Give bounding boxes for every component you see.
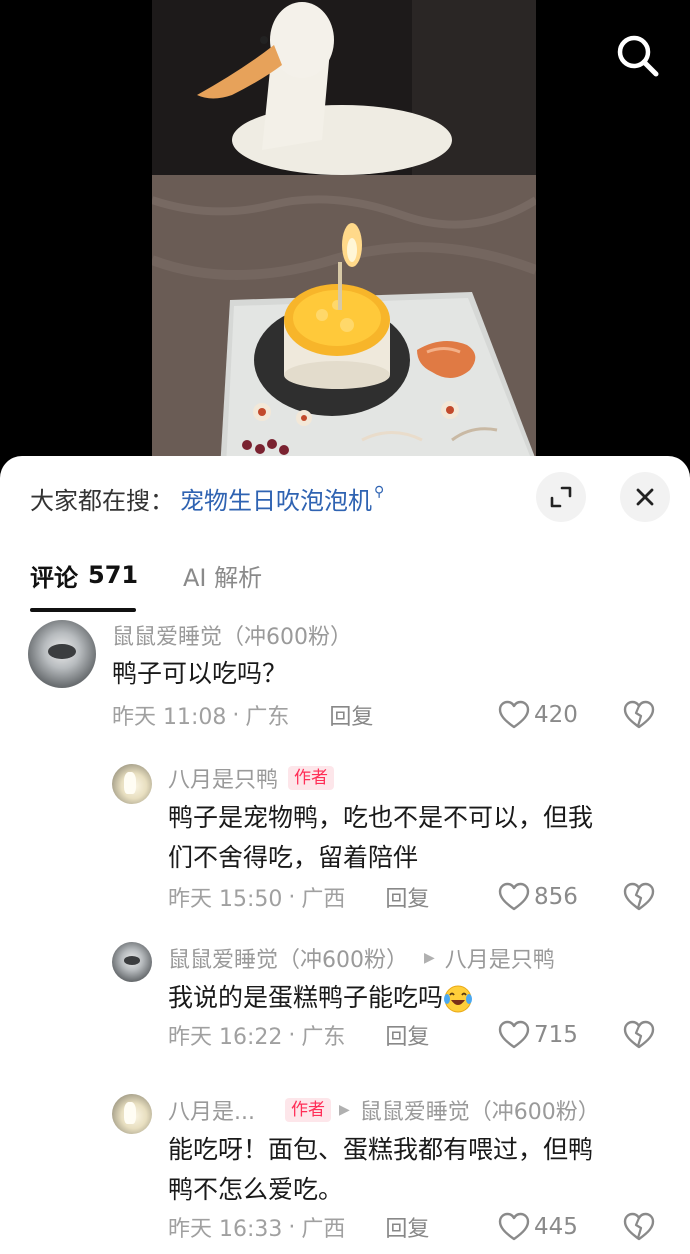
author-badge: 作者 bbox=[284, 1098, 331, 1122]
close-button[interactable] bbox=[620, 472, 670, 522]
like-count: 715 bbox=[534, 1022, 578, 1048]
avatar[interactable] bbox=[112, 1094, 152, 1134]
reply-arrow-icon: ▶ bbox=[338, 1102, 350, 1118]
comment-location: 广东 bbox=[245, 705, 290, 730]
comment-text-content: 我说的是蛋糕鸭子能吃吗 bbox=[168, 983, 444, 1012]
reply-header: 八月是... 作者 ▶ 鼠鼠爱睡觉（冲600粉） bbox=[168, 1094, 600, 1126]
reply-button[interactable]: 回复 bbox=[385, 1019, 429, 1051]
reply-button[interactable]: 回复 bbox=[385, 881, 429, 913]
dislike-button[interactable] bbox=[623, 1212, 655, 1246]
separator-dot: · bbox=[288, 1214, 296, 1240]
comment-count: 571 bbox=[88, 561, 139, 589]
comment-tabs: 评论 571 AI 解析 bbox=[0, 548, 690, 612]
comment-text: 能吃呀！面包、蛋糕我都有喂过，但鸭 鸭不怎么爱吃。 bbox=[168, 1130, 593, 1210]
broken-heart-icon bbox=[623, 1212, 655, 1241]
comment-location: 广西 bbox=[301, 887, 346, 912]
close-icon bbox=[636, 488, 654, 506]
dislike-button[interactable] bbox=[623, 882, 655, 916]
commenter-name[interactable]: 八月是只鸭 bbox=[168, 762, 278, 794]
video-frame[interactable] bbox=[152, 0, 536, 470]
comment-footer: 昨天 16:33 · 广西 回复 bbox=[168, 1211, 429, 1243]
comment-text: 我说的是蛋糕鸭子能吃吗 bbox=[168, 978, 473, 1018]
trending-query-link[interactable]: 宠物生日吹泡泡机 bbox=[180, 481, 372, 516]
like-count: 445 bbox=[534, 1214, 578, 1240]
video-player[interactable] bbox=[0, 0, 690, 470]
comment-text-line: 鸭不怎么爱吃。 bbox=[168, 1175, 344, 1204]
comment-text-line: 能吃呀！面包、蛋糕我都有喂过，但鸭 bbox=[168, 1135, 594, 1164]
comment-text-line: 鸭子是宠物鸭，吃也不是不可以，但我 bbox=[168, 803, 594, 832]
avatar[interactable] bbox=[112, 942, 152, 982]
comment-time: 昨天 11:08 bbox=[112, 705, 227, 730]
reply-to-name[interactable]: 八月是只鸭 bbox=[445, 942, 555, 974]
reply-button[interactable]: 回复 bbox=[385, 1211, 429, 1243]
search-icon bbox=[617, 35, 659, 77]
comment-text-line: 们不舍得吃，留着陪伴 bbox=[168, 843, 419, 872]
like-button[interactable]: 856 bbox=[498, 882, 578, 912]
broken-heart-icon bbox=[623, 882, 655, 911]
expand-button[interactable] bbox=[536, 472, 586, 522]
laughing-crying-emoji bbox=[444, 985, 473, 1013]
comment-time: 昨天 15:50 bbox=[168, 887, 283, 912]
avatar[interactable] bbox=[112, 764, 152, 804]
separator-dot: · bbox=[288, 884, 296, 910]
comment-footer: 昨天 16:22 · 广东 回复 bbox=[168, 1019, 429, 1051]
dislike-button[interactable] bbox=[623, 700, 655, 734]
separator-dot: · bbox=[232, 702, 240, 728]
heart-icon bbox=[498, 882, 530, 911]
author-badge: 作者 bbox=[288, 766, 335, 790]
trending-label: 大家都在搜： bbox=[30, 486, 174, 515]
trending-search-bar: 大家都在搜： 宠物生日吹泡泡机 ⚲ bbox=[30, 478, 384, 518]
reply-button[interactable]: 回复 bbox=[329, 699, 373, 731]
commenter-name[interactable]: 鼠鼠爱睡觉（冲600粉） bbox=[112, 620, 352, 650]
search-small-icon: ⚲ bbox=[374, 484, 385, 500]
heart-icon bbox=[498, 700, 530, 729]
video-still bbox=[152, 0, 536, 470]
expand-icon bbox=[550, 486, 572, 508]
like-count: 420 bbox=[534, 702, 578, 728]
comment-text: 鸭子是宠物鸭，吃也不是不可以，但我 们不舍得吃，留着陪伴 bbox=[168, 798, 593, 878]
active-tab-indicator bbox=[30, 608, 136, 612]
comment-sheet: 大家都在搜： 宠物生日吹泡泡机 ⚲ 评论 571 AI 解析 鼠鼠爱睡觉（冲60… bbox=[0, 456, 690, 1254]
comment-footer: 昨天 15:50 · 广西 回复 bbox=[168, 881, 429, 913]
comment-time: 昨天 16:33 bbox=[168, 1217, 283, 1242]
broken-heart-icon bbox=[623, 1020, 655, 1049]
tab-ai-analysis[interactable]: AI 解析 bbox=[183, 548, 262, 602]
search-button[interactable] bbox=[612, 30, 664, 82]
tab-comments[interactable]: 评论 571 bbox=[30, 548, 138, 602]
tab-comments-label: 评论 bbox=[30, 563, 78, 592]
reply-header: 八月是只鸭 作者 bbox=[168, 762, 335, 794]
commenter-name[interactable]: 鼠鼠爱睡觉（冲600粉） bbox=[168, 942, 408, 974]
separator-dot: · bbox=[288, 1022, 296, 1048]
comment-footer: 昨天 11:08 · 广东 回复 bbox=[112, 699, 373, 731]
dislike-button[interactable] bbox=[623, 1020, 655, 1054]
broken-heart-icon bbox=[623, 700, 655, 729]
like-button[interactable]: 715 bbox=[498, 1020, 578, 1050]
avatar[interactable] bbox=[28, 620, 96, 688]
reply-arrow-icon: ▶ bbox=[424, 950, 435, 966]
heart-icon bbox=[498, 1020, 530, 1049]
like-count: 856 bbox=[534, 884, 578, 910]
reply-to-name[interactable]: 鼠鼠爱睡觉（冲600粉） bbox=[360, 1094, 600, 1126]
comment-time: 昨天 16:22 bbox=[168, 1025, 283, 1050]
heart-icon bbox=[498, 1212, 530, 1241]
comment-location: 广西 bbox=[301, 1217, 346, 1242]
comment-text: 鸭子可以吃吗？ bbox=[112, 659, 288, 688]
commenter-name[interactable]: 八月是... bbox=[168, 1094, 255, 1126]
like-button[interactable]: 445 bbox=[498, 1212, 578, 1242]
reply-header: 鼠鼠爱睡觉（冲600粉） ▶ 八月是只鸭 bbox=[168, 942, 555, 974]
comment-location: 广东 bbox=[301, 1025, 346, 1050]
like-button[interactable]: 420 bbox=[498, 700, 578, 730]
